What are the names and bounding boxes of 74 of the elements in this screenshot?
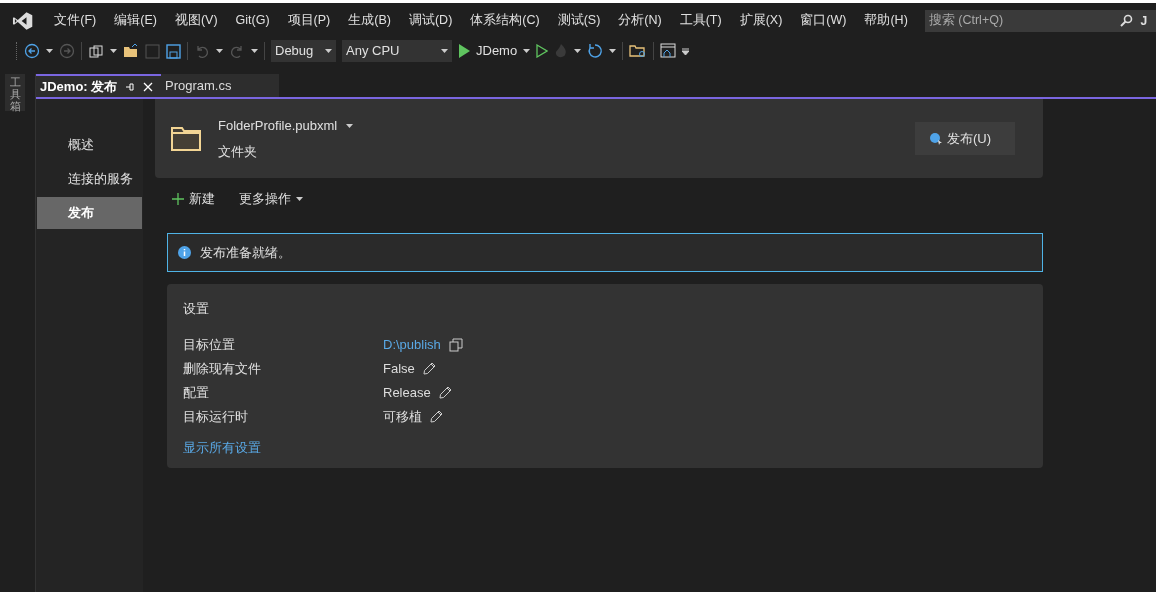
caret-icon xyxy=(110,49,117,53)
setting-value[interactable]: D:\publish xyxy=(383,334,441,355)
nav-item[interactable]: 概述 xyxy=(36,129,143,161)
menu-item[interactable]: Git(G) xyxy=(226,11,279,30)
show-all-settings-link[interactable]: 显示所有设置 xyxy=(183,437,1027,457)
search-input[interactable]: 搜索 (Ctrl+Q) xyxy=(928,11,1109,30)
new-project-icon[interactable] xyxy=(88,43,104,59)
caret-icon xyxy=(609,49,617,53)
menu-item[interactable]: 分析(N) xyxy=(609,11,671,30)
toolbox-tab[interactable]: 工具箱 xyxy=(5,74,25,111)
setting-label: 配置 xyxy=(183,383,210,402)
pencil-icon[interactable] xyxy=(430,410,443,423)
new-button[interactable]: 新建 xyxy=(172,189,215,209)
caret-icon xyxy=(216,49,223,53)
close-icon[interactable] xyxy=(143,81,154,92)
plus-icon xyxy=(172,193,184,205)
window-home-icon[interactable] xyxy=(660,43,677,59)
save-all-icon[interactable] xyxy=(166,43,181,59)
nav-item[interactable]: 连接的服务 xyxy=(36,163,143,195)
nav-item[interactable]: 发布 xyxy=(37,197,142,229)
menu-item[interactable]: 调试(D) xyxy=(399,11,462,30)
overflow-icon[interactable] xyxy=(682,47,690,55)
start-target[interactable]: JDemo xyxy=(476,41,518,61)
menu-item[interactable]: 生成(B) xyxy=(339,11,400,30)
folder-icon xyxy=(171,126,201,151)
document-tab[interactable]: JDemo: 发布 xyxy=(36,74,161,97)
back-icon[interactable] xyxy=(24,43,40,59)
setting-label: 删除现有文件 xyxy=(183,359,262,378)
folder-search-icon[interactable] xyxy=(629,43,648,59)
menu-item[interactable]: 项目(P) xyxy=(278,11,340,30)
configuration-dropdown[interactable]: Debug xyxy=(271,40,336,62)
caret-icon xyxy=(441,49,448,53)
info-message: 发布准备就绪。 xyxy=(200,243,291,262)
setting-value: Release xyxy=(383,383,431,402)
menu-item[interactable]: 视图(V) xyxy=(165,11,227,30)
menu-item[interactable]: 文件(F) xyxy=(45,11,106,30)
app-logo-icon xyxy=(12,10,34,31)
platform-dropdown[interactable]: Any CPU xyxy=(342,40,452,62)
play-icon[interactable] xyxy=(458,44,470,58)
caret-icon xyxy=(46,49,53,53)
document-tab[interactable]: Program.cs xyxy=(161,74,279,97)
play-outline-icon[interactable] xyxy=(536,44,549,58)
copy-icon[interactable] xyxy=(448,337,463,352)
caret-icon xyxy=(523,49,531,53)
menu-item[interactable]: 扩展(X) xyxy=(730,11,792,30)
publish-button[interactable]: 发布(U) xyxy=(915,122,1015,155)
settings-title: 设置 xyxy=(183,300,210,318)
pin-icon[interactable] xyxy=(125,81,136,92)
refresh-icon[interactable] xyxy=(587,43,604,59)
caret-icon xyxy=(574,49,582,53)
account-badge[interactable]: J xyxy=(1136,9,1156,32)
caret-icon xyxy=(296,197,303,201)
setting-value: 可移植 xyxy=(383,407,422,426)
caret-icon xyxy=(325,49,332,53)
caret-icon xyxy=(251,49,258,53)
setting-label: 目标运行时 xyxy=(183,407,249,426)
profile-name[interactable]: FolderProfile.pubxml xyxy=(218,116,338,136)
setting-value: False xyxy=(383,359,415,378)
setting-label: 目标位置 xyxy=(183,335,236,354)
profile-type: 文件夹 xyxy=(218,142,258,161)
search-field[interactable]: 搜索 (Ctrl+Q) xyxy=(924,9,1137,32)
search-icon xyxy=(1119,14,1133,27)
caret-icon xyxy=(346,123,354,128)
menu-item[interactable]: 编辑(E) xyxy=(105,11,166,30)
menu-item[interactable]: 体系结构(C) xyxy=(461,11,549,30)
more-actions-button[interactable]: 更多操作 xyxy=(239,189,303,209)
menu-item[interactable]: 帮助(H) xyxy=(855,11,917,30)
menu-item[interactable]: 工具(T) xyxy=(670,11,731,30)
open-folder-icon[interactable] xyxy=(123,43,139,59)
menu-item[interactable]: 窗口(W) xyxy=(791,11,856,30)
info-icon xyxy=(178,246,191,259)
pencil-icon[interactable] xyxy=(438,386,452,399)
menu-item[interactable]: 测试(S) xyxy=(548,11,610,30)
pencil-icon[interactable] xyxy=(422,362,436,375)
